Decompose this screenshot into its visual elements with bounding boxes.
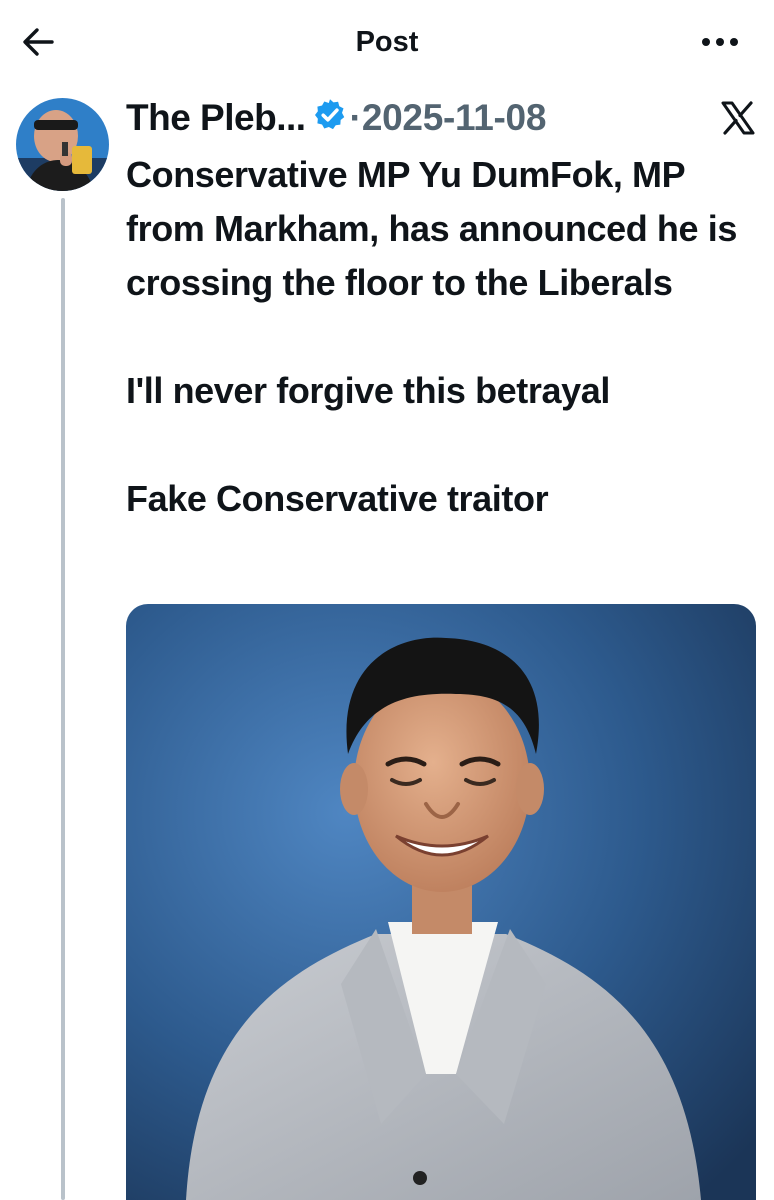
portrait-photo (126, 604, 756, 1200)
x-logo-icon (721, 101, 755, 135)
more-options-button[interactable] (696, 24, 744, 60)
post-body: Conservative MP Yu DumFok, MP from Markh… (126, 148, 746, 526)
post-date[interactable]: 2025-11-08 (362, 97, 547, 138)
page-title: Post (355, 26, 419, 58)
post-text-paragraph-3: Fake Conservative traitor (126, 478, 549, 519)
top-bar: Post (0, 0, 774, 86)
post-text-paragraph-1: Conservative MP Yu DumFok, MP from Markh… (126, 154, 737, 303)
avatar-image (16, 98, 109, 191)
avatar[interactable] (16, 98, 109, 191)
separator-dot: · (349, 97, 362, 138)
post-image[interactable] (126, 604, 756, 1200)
verified-badge-icon (314, 99, 344, 130)
x-logo-button[interactable] (720, 100, 756, 136)
more-horizontal-icon (702, 38, 738, 46)
thread-line (61, 198, 65, 1200)
display-name[interactable]: The Pleb... (126, 97, 306, 138)
post-header: The Pleb... ·2025-11-08 (126, 94, 646, 142)
post-text-paragraph-2: I'll never forgive this betrayal (126, 370, 610, 411)
